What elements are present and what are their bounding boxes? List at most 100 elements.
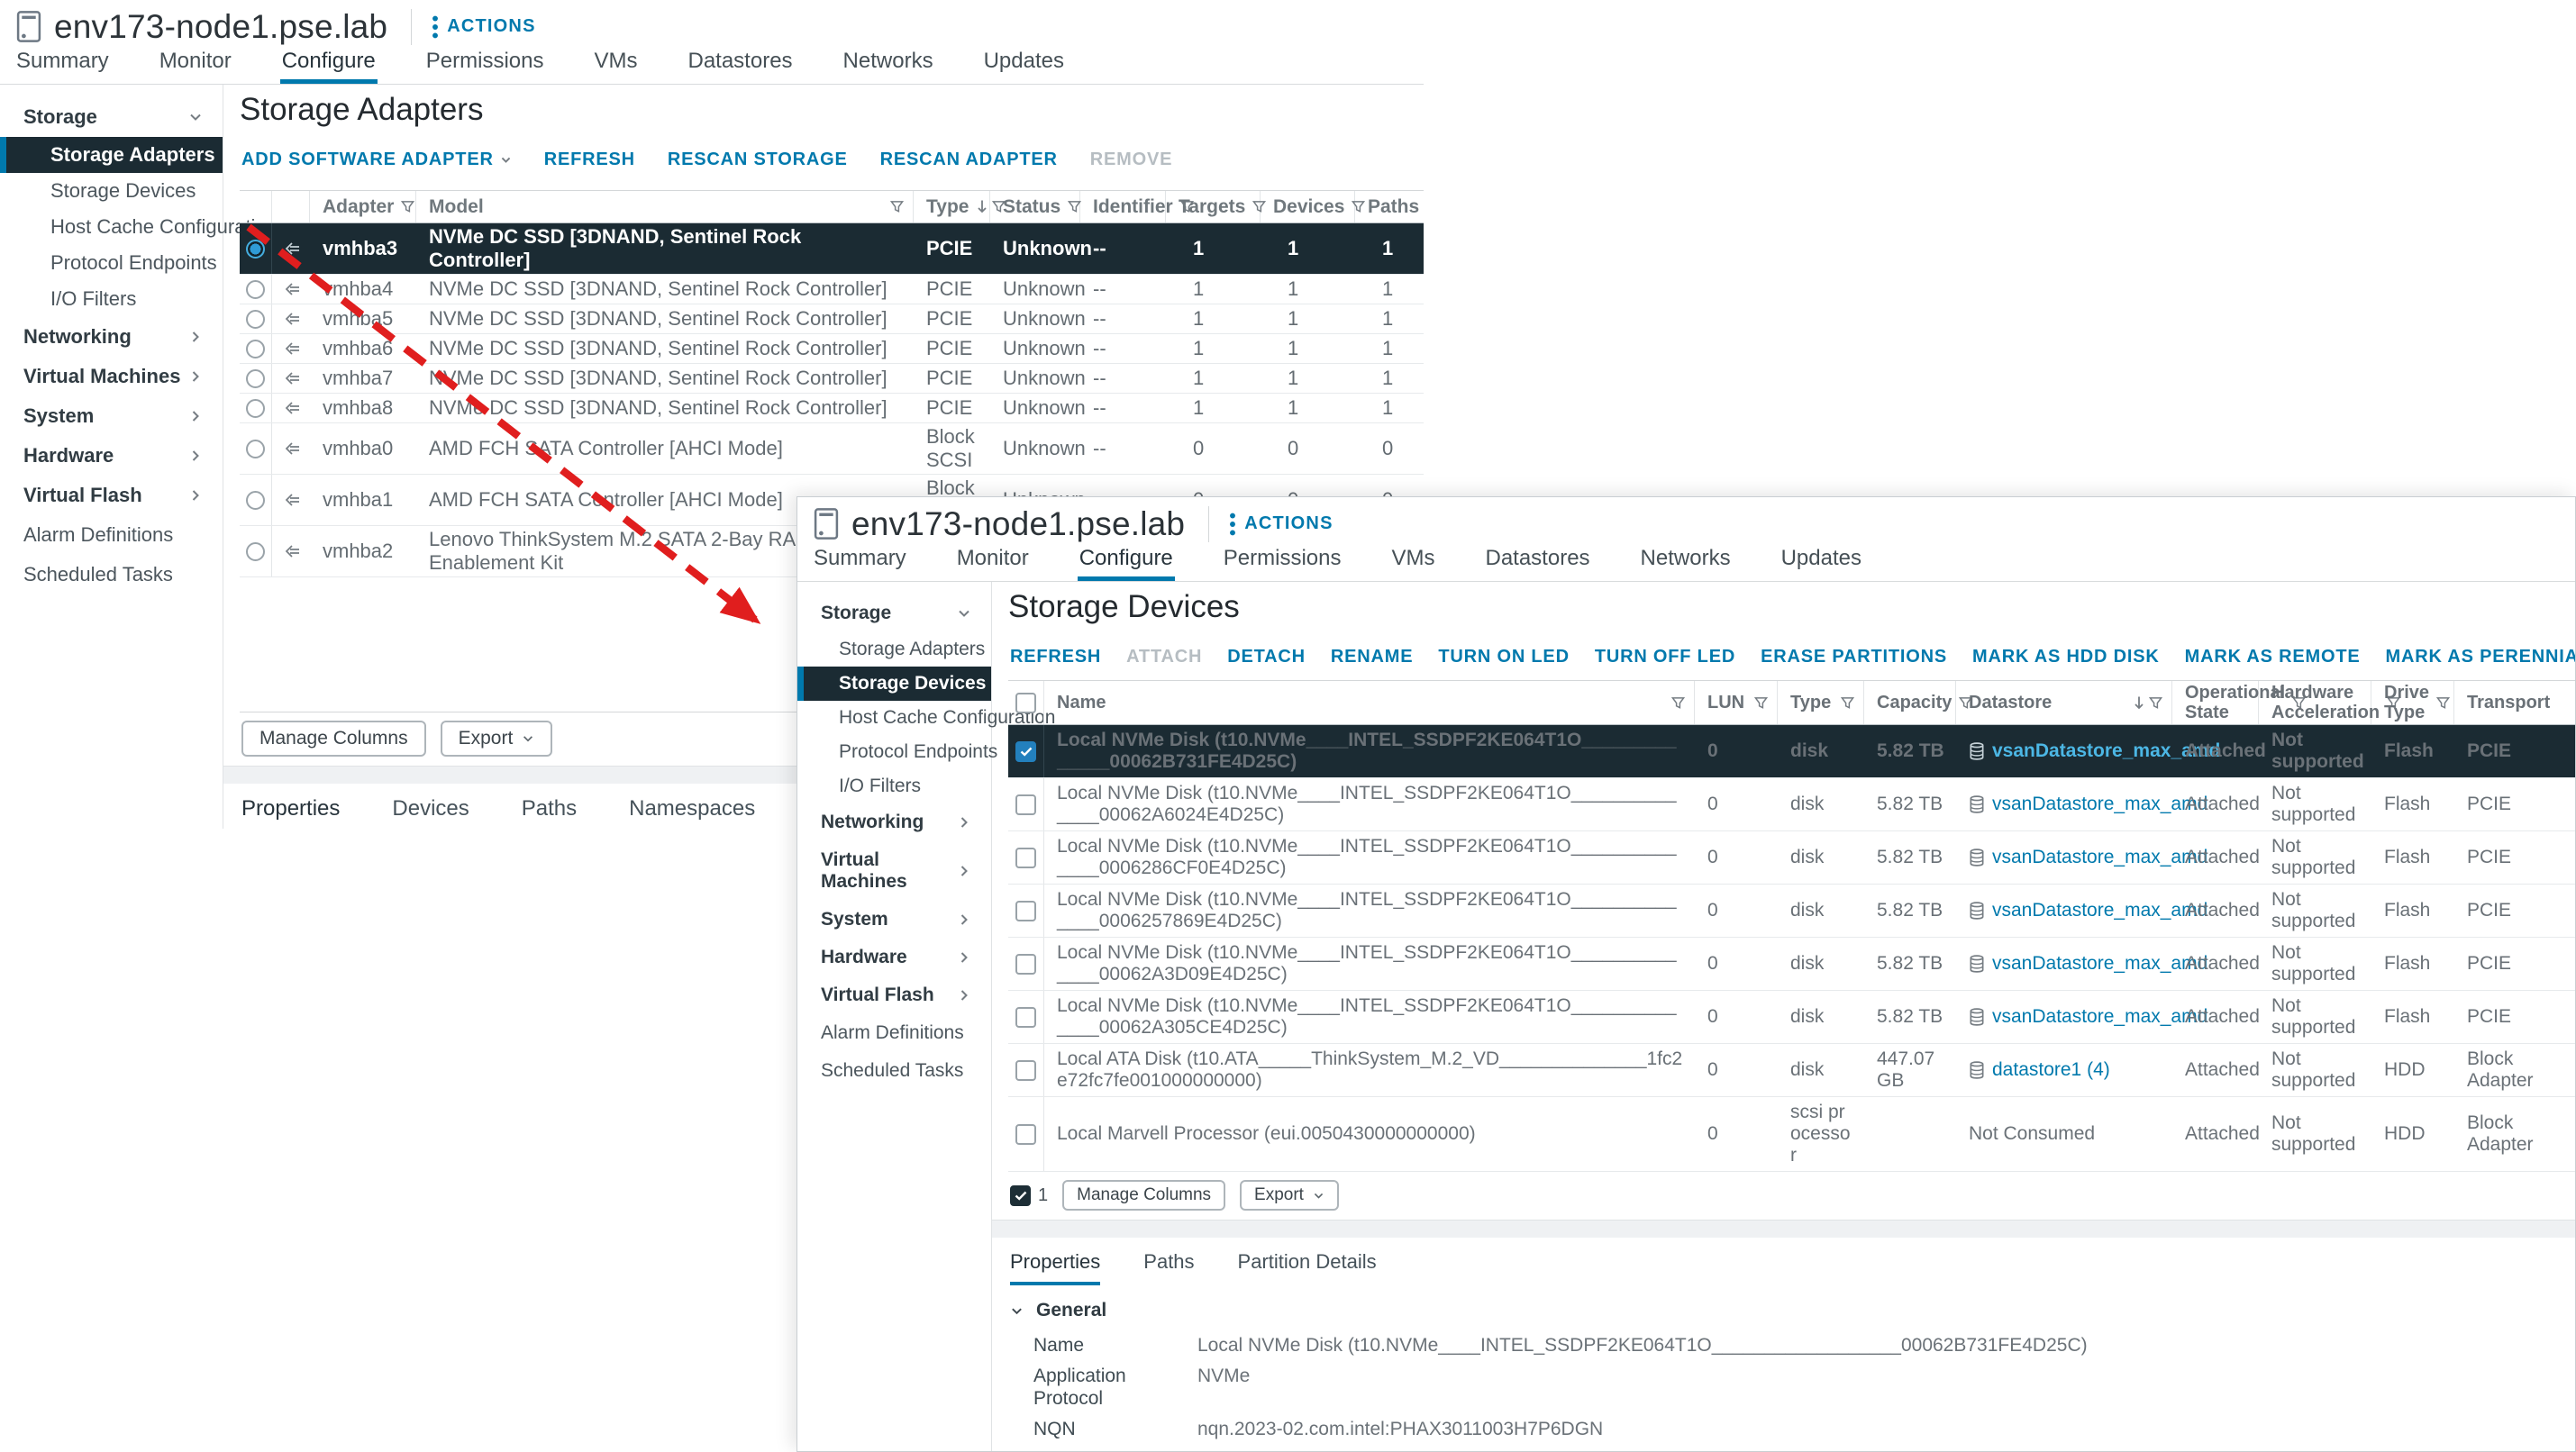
adapter-row-vmhba6[interactable]: vmhba6NVMe DC SSD [3DNAND, Sentinel Rock…: [240, 334, 1424, 364]
checkbox[interactable]: [1015, 1060, 1036, 1081]
column-header-identifier[interactable]: Identifier: [1080, 191, 1166, 222]
tab-networks[interactable]: Networks: [1639, 546, 1733, 581]
sidebar-group-virtual-machines[interactable]: Virtual Machines: [797, 841, 991, 901]
tab-configure[interactable]: Configure: [1078, 546, 1175, 581]
toolbar-mark-as-perennially-reserved[interactable]: MARK AS PERENNIALLY RESERVED: [2386, 647, 2576, 667]
column-header-hardware-acceleration[interactable]: Hardware Acceleration: [2259, 681, 2371, 724]
sidebar-item-i-o-filters[interactable]: I/O Filters: [0, 281, 223, 317]
tab-permissions[interactable]: Permissions: [1222, 546, 1343, 581]
adapter-row-vmhba4[interactable]: vmhba4NVMe DC SSD [3DNAND, Sentinel Rock…: [240, 275, 1424, 304]
actions-button[interactable]: ACTIONS: [432, 15, 535, 39]
radio-button[interactable]: [246, 440, 265, 458]
sidebar-item-alarm-definitions[interactable]: Alarm Definitions: [0, 515, 223, 555]
device-row-1[interactable]: Local NVMe Disk (t10.NVMe____INTEL_SSDPF…: [1008, 778, 2575, 831]
toolbar-add-software-adapter[interactable]: ADD SOFTWARE ADAPTER: [241, 150, 512, 170]
toolbar-rescan-storage[interactable]: RESCAN STORAGE: [668, 150, 848, 170]
radio-button[interactable]: [246, 240, 265, 259]
detail-tab-properties[interactable]: Properties: [241, 796, 340, 829]
actions-button[interactable]: ACTIONS: [1229, 513, 1333, 536]
sidebar-item-alarm-definitions[interactable]: Alarm Definitions: [797, 1014, 991, 1052]
detail-tab-paths[interactable]: Paths: [522, 796, 577, 829]
toolbar-mark-as-remote[interactable]: MARK AS REMOTE: [2185, 647, 2361, 667]
selection-count-checkbox[interactable]: [1010, 1185, 1031, 1206]
toolbar-turn-on-led[interactable]: TURN ON LED: [1438, 647, 1569, 667]
radio-button[interactable]: [246, 369, 265, 388]
manage-columns-button[interactable]: Manage Columns: [1062, 1180, 1225, 1211]
toolbar-erase-partitions[interactable]: ERASE PARTITIONS: [1761, 647, 1947, 667]
column-header-drive-type[interactable]: Drive Type: [2371, 681, 2454, 724]
device-row-0[interactable]: Local NVMe Disk (t10.NVMe____INTEL_SSDPF…: [1008, 725, 2575, 778]
adapter-row-vmhba3[interactable]: vmhba3NVMe DC SSD [3DNAND, Sentinel Rock…: [240, 223, 1424, 275]
toolbar-rename[interactable]: RENAME: [1331, 647, 1413, 667]
column-header-model[interactable]: Model: [416, 191, 914, 222]
device-row-7[interactable]: Local Marvell Processor (eui.00504300000…: [1008, 1097, 2575, 1172]
checkbox[interactable]: [1015, 901, 1036, 921]
column-header-devices[interactable]: Devices: [1261, 191, 1355, 222]
sidebar-item-i-o-filters[interactable]: I/O Filters: [797, 769, 991, 803]
sidebar-group-storage[interactable]: Storage: [0, 97, 223, 137]
checkbox[interactable]: [1015, 848, 1036, 868]
tab-updates[interactable]: Updates: [982, 49, 1066, 84]
tab-datastores[interactable]: Datastores: [1483, 546, 1591, 581]
detail-tab-paths[interactable]: Paths: [1143, 1250, 1194, 1285]
column-header-type[interactable]: Type: [1778, 681, 1864, 724]
column-header-datastore[interactable]: Datastore: [1956, 681, 2172, 724]
sidebar-item-protocol-endpoints[interactable]: Protocol Endpoints: [0, 245, 223, 281]
tab-vms[interactable]: VMs: [592, 49, 639, 84]
adapter-row-vmhba7[interactable]: vmhba7NVMe DC SSD [3DNAND, Sentinel Rock…: [240, 364, 1424, 394]
radio-button[interactable]: [246, 491, 265, 510]
tab-updates[interactable]: Updates: [1780, 546, 1863, 581]
adapter-row-vmhba8[interactable]: vmhba8NVMe DC SSD [3DNAND, Sentinel Rock…: [240, 394, 1424, 423]
radio-button[interactable]: [246, 310, 265, 329]
column-header-transport[interactable]: Transport: [2454, 681, 2575, 724]
adapter-row-vmhba5[interactable]: vmhba5NVMe DC SSD [3DNAND, Sentinel Rock…: [240, 304, 1424, 334]
device-row-4[interactable]: Local NVMe Disk (t10.NVMe____INTEL_SSDPF…: [1008, 938, 2575, 991]
detail-tab-properties[interactable]: Properties: [1010, 1250, 1100, 1285]
adapter-row-vmhba0[interactable]: vmhba0AMD FCH SATA Controller [AHCI Mode…: [240, 423, 1424, 475]
device-row-5[interactable]: Local NVMe Disk (t10.NVMe____INTEL_SSDPF…: [1008, 991, 2575, 1044]
checkbox[interactable]: [1015, 1124, 1036, 1145]
sidebar-group-virtual-machines[interactable]: Virtual Machines: [0, 357, 223, 396]
tab-datastores[interactable]: Datastores: [686, 49, 794, 84]
column-header-lun[interactable]: LUN: [1695, 681, 1778, 724]
sidebar-item-protocol-endpoints[interactable]: Protocol Endpoints: [797, 735, 991, 769]
sidebar-item-host-cache-configuration[interactable]: Host Cache Configuration: [797, 701, 991, 735]
sidebar-item-storage-adapters[interactable]: Storage Adapters: [0, 137, 223, 173]
tab-summary[interactable]: Summary: [14, 49, 111, 84]
toolbar-refresh[interactable]: REFRESH: [544, 150, 635, 170]
toolbar-mark-as-hdd-disk[interactable]: MARK AS HDD DISK: [1972, 647, 2160, 667]
column-header-capacity[interactable]: Capacity: [1864, 681, 1956, 724]
column-header-operational-state[interactable]: Operational State: [2172, 681, 2259, 724]
sidebar-item-host-cache-configuration[interactable]: Host Cache Configuration: [0, 209, 223, 245]
sidebar-group-system[interactable]: System: [797, 901, 991, 939]
tab-networks[interactable]: Networks: [842, 49, 935, 84]
sidebar-item-scheduled-tasks[interactable]: Scheduled Tasks: [0, 555, 223, 594]
sidebar-group-networking[interactable]: Networking: [797, 803, 991, 841]
tab-permissions[interactable]: Permissions: [424, 49, 546, 84]
radio-button[interactable]: [246, 280, 265, 299]
datastore-link[interactable]: datastore1 (4): [1992, 1059, 2110, 1081]
tab-configure[interactable]: Configure: [280, 49, 378, 84]
checkbox[interactable]: [1015, 954, 1036, 975]
sidebar-group-hardware[interactable]: Hardware: [0, 436, 223, 476]
export-button[interactable]: Export: [1240, 1180, 1339, 1211]
sidebar-group-virtual-flash[interactable]: Virtual Flash: [797, 976, 991, 1014]
sidebar-item-storage-adapters[interactable]: Storage Adapters: [797, 632, 991, 667]
sidebar-group-storage[interactable]: Storage: [797, 594, 991, 632]
sidebar-group-hardware[interactable]: Hardware: [797, 939, 991, 976]
sidebar-item-storage-devices[interactable]: Storage Devices: [0, 173, 223, 209]
toolbar-turn-off-led[interactable]: TURN OFF LED: [1595, 647, 1735, 667]
tab-monitor[interactable]: Monitor: [955, 546, 1031, 581]
sidebar-item-storage-devices[interactable]: Storage Devices: [797, 667, 991, 701]
general-section-header[interactable]: General: [1010, 1300, 2575, 1321]
radio-button[interactable]: [246, 542, 265, 561]
column-header-adapter[interactable]: Adapter: [310, 191, 416, 222]
column-header-name[interactable]: Name: [1044, 681, 1695, 724]
detail-tab-partition-details[interactable]: Partition Details: [1238, 1250, 1377, 1285]
device-row-6[interactable]: Local ATA Disk (t10.ATA_____ThinkSystem_…: [1008, 1044, 2575, 1097]
toolbar-refresh[interactable]: REFRESH: [1010, 647, 1101, 667]
toolbar-detach[interactable]: DETACH: [1227, 647, 1306, 667]
device-row-3[interactable]: Local NVMe Disk (t10.NVMe____INTEL_SSDPF…: [1008, 885, 2575, 938]
sidebar-group-virtual-flash[interactable]: Virtual Flash: [0, 476, 223, 515]
radio-button[interactable]: [246, 340, 265, 358]
